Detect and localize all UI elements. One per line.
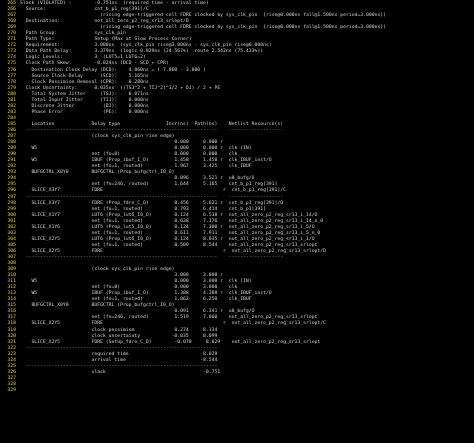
line-number: 329 xyxy=(7,388,16,393)
line-text: slack -0.751 xyxy=(20,369,221,375)
terminal-window[interactable]: 265 Slack (VIOLATED) : -0.751ns (required… xyxy=(0,0,474,443)
line-text: Phase Error (PE): 0.000ns xyxy=(20,109,149,115)
line-text: ----------------------------------------… xyxy=(20,254,284,260)
report-line: 329 xyxy=(0,388,474,394)
